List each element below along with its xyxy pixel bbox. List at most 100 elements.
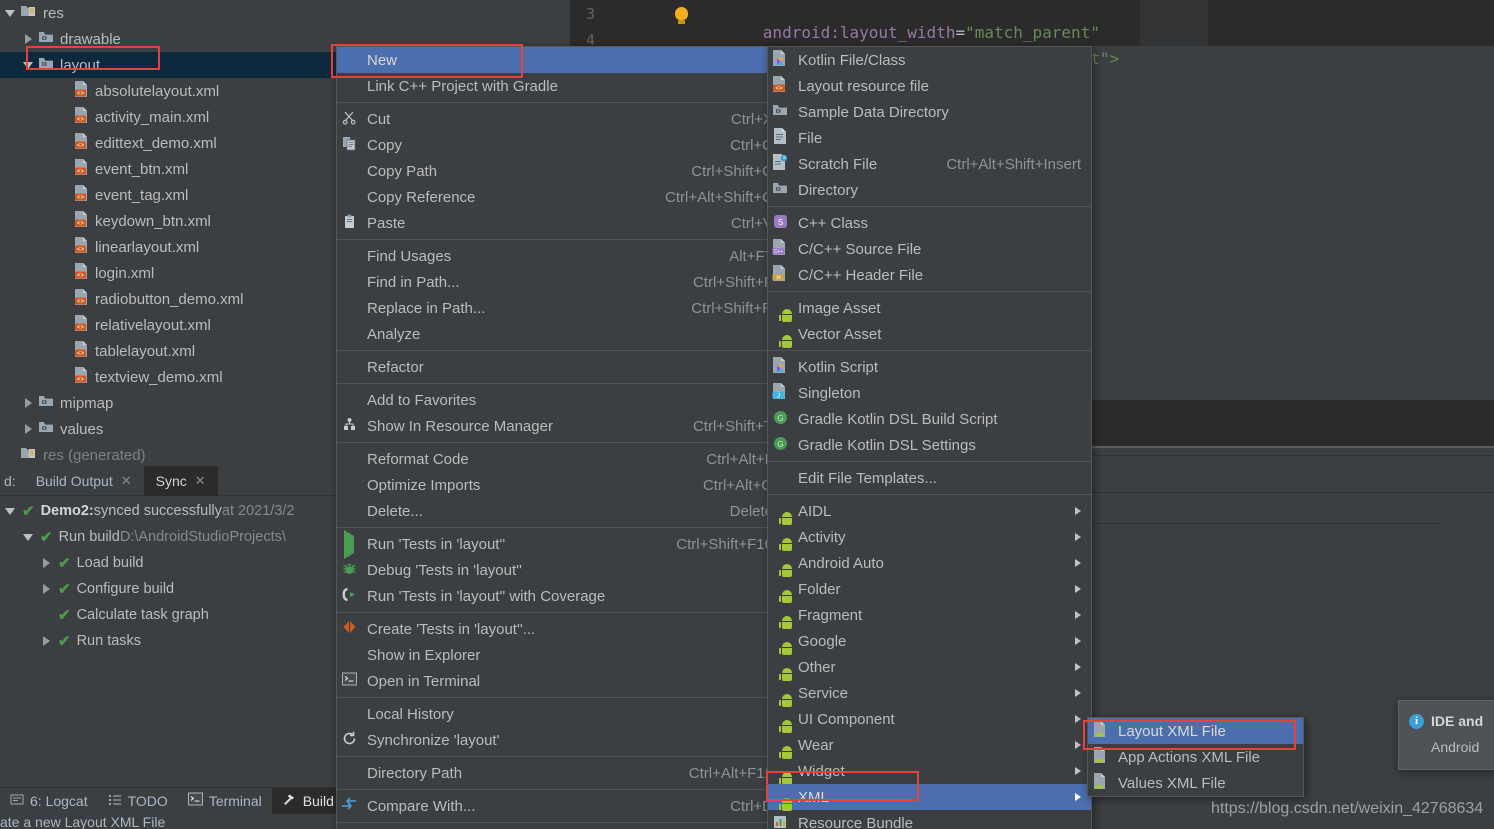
close-icon[interactable]: ✕ [121, 473, 132, 489]
menu-item-edit-file-templates[interactable]: Edit File Templates... [768, 465, 1091, 491]
menu-item-run-tests-in-layout[interactable]: Run 'Tests in 'layout'' Ctrl+Shift+F10 [337, 529, 783, 559]
tree-row[interactable]: mipmap [0, 390, 340, 416]
menu-item-xml[interactable]: XML [768, 784, 1091, 811]
bottom-bar-todo-button[interactable]: TODO [98, 788, 178, 814]
menu-item-link-c-project-with-gradle[interactable]: Link C++ Project with Gradle [337, 73, 783, 99]
menu-item-copy-reference[interactable]: Copy Reference Ctrl+Alt+Shift+C [337, 184, 783, 210]
bottom-bar-build-button[interactable]: Build [271, 787, 344, 814]
menu-item-image-asset[interactable]: Image Asset [768, 295, 1091, 322]
tree-row[interactable]: drawable [0, 26, 340, 52]
menu-item-local-history[interactable]: Local History [337, 701, 783, 727]
close-icon[interactable]: ✕ [195, 473, 206, 489]
menu-item-aidl[interactable]: AIDL [768, 498, 1091, 525]
menu-item-activity[interactable]: Activity [768, 524, 1091, 551]
menu-item-app-actions-xml-file[interactable]: App Actions XML File [1088, 744, 1303, 770]
menu-item-values-xml-file[interactable]: Values XML File [1088, 770, 1303, 796]
menu-item-refactor[interactable]: Refactor [337, 354, 783, 380]
tree-row[interactable]: <> relativelayout.xml [0, 312, 340, 338]
tree-row[interactable]: res [0, 0, 340, 26]
project-tree[interactable]: res drawable layout <> absolutelayout.xml <> a… [0, 0, 340, 465]
menu-item-resource-bundle[interactable]: Resource Bundle [768, 810, 1091, 829]
menu-item-kotlin-script[interactable]: Kotlin Script [768, 354, 1091, 380]
intention-bulb-icon[interactable] [675, 7, 688, 24]
menu-item-google[interactable]: Google [768, 628, 1091, 655]
menu-item-replace-in-path[interactable]: Replace in Path... Ctrl+Shift+R [337, 295, 783, 321]
menu-item-open-in-terminal[interactable]: Open in Terminal [337, 668, 783, 694]
menu-item-layout-resource-file[interactable]: <> Layout resource file [768, 73, 1091, 99]
menu-item-directory-path[interactable]: Directory Path Ctrl+Alt+F12 [337, 760, 783, 786]
tree-row[interactable]: <> activity_main.xml [0, 104, 340, 130]
menu-item-vector-asset[interactable]: Vector Asset [768, 321, 1091, 348]
menu-item-reformat-code[interactable]: Reformat Code Ctrl+Alt+L [337, 446, 783, 472]
menu-item-compare-with[interactable]: Compare With... Ctrl+D [337, 793, 783, 819]
new-submenu[interactable]: Kotlin File/Class <> Layout resource file S… [767, 46, 1092, 829]
menu-item-find-usages[interactable]: Find Usages Alt+F7 [337, 243, 783, 269]
build-tree-row[interactable]: ✔ Demo2: synced successfully at 2021/3/2 [0, 498, 340, 524]
menu-item-c-c-source-file[interactable]: C++ C/C++ Source File [768, 236, 1091, 262]
build-tree-row[interactable]: ✔ Configure build [0, 576, 340, 602]
twisty-open-icon[interactable] [22, 530, 36, 544]
menu-item-fragment[interactable]: Fragment [768, 602, 1091, 629]
tree-row[interactable]: <> edittext_demo.xml [0, 130, 340, 156]
menu-item-cut[interactable]: Cut Ctrl+X [337, 106, 783, 132]
menu-item-singleton[interactable]: J Singleton [768, 380, 1091, 406]
menu-item-debug-tests-in-layout[interactable]: Debug 'Tests in 'layout'' [337, 557, 783, 583]
bottom-bar-terminal-button[interactable]: Terminal [178, 788, 272, 814]
tree-row[interactable]: <> keydown_btn.xml [0, 208, 340, 234]
menu-item-c-class[interactable]: S C++ Class [768, 210, 1091, 236]
menu-item-optimize-imports[interactable]: Optimize Imports Ctrl+Alt+O [337, 472, 783, 498]
twisty-closed-icon[interactable] [40, 556, 54, 570]
twisty-closed-icon[interactable] [22, 396, 36, 410]
menu-item-c-c-header-file[interactable]: H C/C++ Header File [768, 262, 1091, 288]
menu-item-other[interactable]: Other [768, 654, 1091, 681]
tree-row[interactable]: <> tablelayout.xml [0, 338, 340, 364]
tree-row[interactable]: <> event_tag.xml [0, 182, 340, 208]
menu-item-copy-path[interactable]: Copy Path Ctrl+Shift+C [337, 158, 783, 184]
tree-row[interactable]: <> absolutelayout.xml [0, 78, 340, 104]
menu-item-android-auto[interactable]: Android Auto [768, 550, 1091, 577]
code-editor[interactable]: 3 4 android:layout_width="match_parent" … [570, 0, 1494, 68]
menu-item-gradle-kotlin-dsl-settings[interactable]: G Gradle Kotlin DSL Settings [768, 432, 1091, 458]
tree-row-selected[interactable]: layout [0, 52, 340, 78]
build-tab-bar[interactable]: d: Build Output ✕ Sync ✕ [0, 465, 340, 496]
tab-sync[interactable]: Sync ✕ [143, 465, 218, 496]
menu-item-find-in-path[interactable]: Find in Path... Ctrl+Shift+F [337, 269, 783, 295]
menu-item-kotlin-file-class[interactable]: Kotlin File/Class [768, 47, 1091, 73]
menu-item-run-tests-in-layout-with-coverage[interactable]: Run 'Tests in 'layout'' with Coverage [337, 583, 783, 609]
tree-row[interactable]: <> login.xml [0, 260, 340, 286]
tree-row[interactable]: <> event_btn.xml [0, 156, 340, 182]
twisty-closed-icon[interactable] [22, 422, 36, 436]
twisty-closed-icon[interactable] [40, 582, 54, 596]
menu-item-add-to-favorites[interactable]: Add to Favorites [337, 387, 783, 413]
menu-item-widget[interactable]: Widget [768, 758, 1091, 785]
menu-item-analyze[interactable]: Analyze [337, 321, 783, 347]
menu-item-show-in-resource-manager[interactable]: Show In Resource Manager Ctrl+Shift+T [337, 413, 783, 439]
twisty-open-icon[interactable] [4, 504, 18, 518]
build-tree-row[interactable]: ✔ Calculate task graph [0, 602, 340, 628]
tree-row[interactable]: <> textview_demo.xml [0, 364, 340, 390]
twisty-closed-icon[interactable] [40, 634, 54, 648]
build-tree-row[interactable]: ✔ Run tasks [0, 628, 340, 654]
context-menu[interactable]: New Link C++ Project with Gradle Cut Ctrl+X… [336, 46, 784, 829]
build-tree-row[interactable]: ✔ Run build D:\AndroidStudioProjects\ [0, 524, 340, 550]
menu-item-new[interactable]: New [337, 47, 783, 73]
build-tree-row[interactable]: ✔ Load build [0, 550, 340, 576]
menu-item-delete[interactable]: Delete... Delete [337, 498, 783, 524]
twisty-open-icon[interactable] [22, 58, 36, 72]
xml-submenu[interactable]: Layout XML File App Actions XML File Value… [1087, 717, 1304, 797]
tree-row[interactable]: values [0, 416, 340, 442]
menu-item-scratch-file[interactable]: Scratch File Ctrl+Alt+Shift+Insert [768, 151, 1091, 177]
menu-item-create-tests-in-layout[interactable]: Create 'Tests in 'layout''... [337, 616, 783, 642]
menu-item-show-in-explorer[interactable]: Show in Explorer [337, 642, 783, 668]
menu-item-directory[interactable]: Directory [768, 177, 1091, 203]
menu-item-service[interactable]: Service [768, 680, 1091, 707]
tree-row[interactable]: <> radiobutton_demo.xml [0, 286, 340, 312]
menu-item-paste[interactable]: Paste Ctrl+V [337, 210, 783, 236]
menu-item-sample-data-directory[interactable]: Sample Data Directory [768, 99, 1091, 125]
bottom-bar-logcat-button[interactable]: 6: Logcat [0, 788, 98, 814]
menu-item-folder[interactable]: Folder [768, 576, 1091, 603]
tab-build-output[interactable]: Build Output ✕ [24, 466, 144, 496]
menu-item-ui-component[interactable]: UI Component [768, 706, 1091, 733]
notification-balloon[interactable]: i IDE and Android [1398, 700, 1494, 770]
menu-item-wear[interactable]: Wear [768, 732, 1091, 759]
